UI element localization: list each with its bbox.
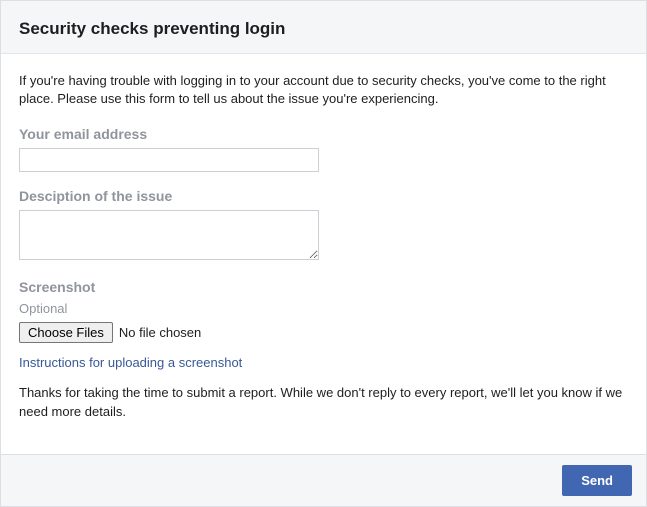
card-footer: Send	[1, 454, 646, 506]
form-card: Security checks preventing login If you'…	[0, 0, 647, 507]
page-title: Security checks preventing login	[19, 19, 628, 39]
file-row: Choose Files No file chosen	[19, 322, 628, 343]
instructions-link[interactable]: Instructions for uploading a screenshot	[19, 355, 242, 370]
screenshot-sublabel: Optional	[19, 301, 628, 316]
email-field[interactable]	[19, 148, 319, 172]
send-button[interactable]: Send	[562, 465, 632, 496]
card-header: Security checks preventing login	[1, 1, 646, 54]
card-body: If you're having trouble with logging in…	[1, 54, 646, 454]
intro-text: If you're having trouble with logging in…	[19, 72, 628, 108]
screenshot-label: Screenshot	[19, 279, 628, 295]
choose-files-button[interactable]: Choose Files	[19, 322, 113, 343]
description-field[interactable]	[19, 210, 319, 260]
thanks-text: Thanks for taking the time to submit a r…	[19, 384, 628, 420]
email-label: Your email address	[19, 126, 628, 142]
description-label: Desciption of the issue	[19, 188, 628, 204]
file-status: No file chosen	[119, 325, 201, 340]
